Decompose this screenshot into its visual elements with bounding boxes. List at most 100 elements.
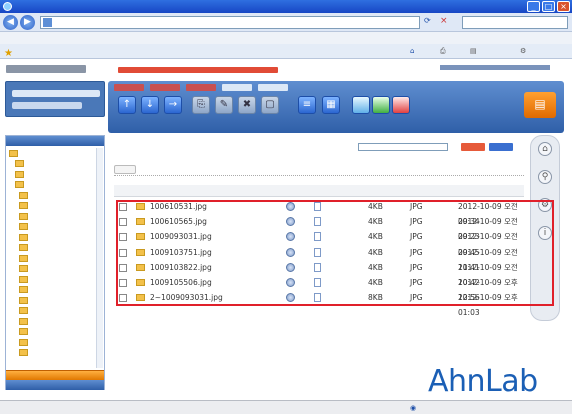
list-header [114, 185, 524, 197]
view-thumb-label [318, 117, 344, 123]
sidebar-folder-item[interactable] [9, 148, 99, 159]
sidebar-folder-item[interactable] [9, 337, 99, 348]
toolbar-tab[interactable] [221, 84, 252, 91]
move-button[interactable]: → [164, 96, 182, 114]
red-action-button[interactable] [461, 143, 485, 151]
selection-highlight [116, 200, 554, 306]
stop-icon[interactable]: × [440, 16, 448, 26]
toolbar-tab[interactable] [257, 84, 288, 91]
forward-button[interactable]: ▶ [20, 15, 35, 30]
sidebar-folder-item[interactable] [9, 211, 99, 222]
delete-button[interactable]: ✖ [238, 96, 256, 114]
main-toolbar: ↑ ↓ → ⎘ ✎ ✖ ▢ ≡ ▦ ▤ [108, 81, 564, 133]
folder-icon [19, 191, 28, 199]
sidebar-folder-item[interactable] [9, 180, 99, 191]
quick-search-icon[interactable]: ⚲ [538, 170, 552, 184]
sync-button[interactable] [372, 96, 390, 114]
minimize-button[interactable]: _ [527, 1, 540, 12]
sidebar-folder-item[interactable] [9, 348, 99, 359]
quota-bar [358, 143, 448, 151]
sidebar-folder-item[interactable] [9, 264, 99, 275]
toolbar-tab[interactable] [149, 84, 180, 91]
header-links[interactable] [440, 65, 550, 70]
folder-icon [19, 244, 28, 251]
quick-home-icon[interactable]: ⌂ [538, 142, 552, 156]
banner-text [118, 67, 278, 73]
maximize-button[interactable]: □ [542, 1, 555, 12]
folder-icon [19, 254, 28, 262]
zone-icon: ◉ [410, 404, 417, 412]
toolbar-tab[interactable] [185, 84, 216, 91]
blue-action-button[interactable] [489, 143, 513, 151]
folder-icon [9, 149, 18, 157]
view-subbar [114, 163, 524, 176]
move-label [162, 117, 188, 123]
page-menu-button[interactable]: ▤ [470, 44, 477, 59]
address-input[interactable] [40, 16, 420, 29]
folder-sidebar [5, 135, 105, 390]
sidebar-folder-item[interactable] [9, 306, 99, 317]
folder-icon [19, 202, 28, 209]
back-button[interactable]: ◀ [3, 15, 18, 30]
ahnlab-logo: AhnLab [428, 364, 538, 399]
tools-menu-button[interactable]: ⚙ [520, 44, 526, 59]
folder-icon [19, 212, 28, 220]
sidebar-bottom-button-2[interactable] [6, 380, 104, 390]
folder-icon [15, 160, 24, 167]
close-button[interactable]: × [557, 1, 570, 12]
sidebar-folder-item[interactable] [9, 243, 99, 254]
sidebar-folder-item[interactable] [9, 295, 99, 306]
share-button[interactable] [352, 96, 370, 114]
sidebar-folder-item[interactable] [9, 253, 99, 264]
user-quota-bar [12, 102, 82, 109]
address-toolbar: ◀ ▶ ⟳ × [0, 13, 572, 32]
user-name-bar [12, 90, 100, 97]
sidebar-folder-item[interactable] [9, 169, 99, 180]
ie-logo-icon [3, 2, 12, 11]
sidebar-folder-item[interactable] [9, 190, 99, 201]
sidebar-folder-item[interactable] [9, 274, 99, 285]
print-icon[interactable]: ⎙ [440, 44, 446, 59]
folder-icon [19, 296, 28, 304]
newfolder-button[interactable]: ▢ [261, 96, 279, 114]
rename-button[interactable]: ✎ [215, 96, 233, 114]
sidebar-folder-item[interactable] [9, 159, 99, 170]
app-area: ↑ ↓ → ⎘ ✎ ✖ ▢ ≡ ▦ ▤ 100610531.jpg 4KB JP… [0, 59, 572, 400]
view-option-pill[interactable] [114, 164, 136, 174]
sidebar-folder-item[interactable] [9, 201, 99, 212]
upload-button[interactable]: ↑ [118, 96, 136, 114]
download-button[interactable]: ↓ [141, 96, 159, 114]
home-icon[interactable]: ⌂ [410, 44, 414, 59]
sidebar-folder-item[interactable] [9, 316, 99, 327]
app-header [0, 59, 572, 81]
view-thumb-button[interactable]: ▦ [322, 96, 340, 114]
view-list-label [294, 117, 320, 123]
sidebar-bottom-button[interactable] [6, 370, 104, 380]
search-input[interactable] [462, 16, 568, 29]
upload-label [114, 117, 140, 123]
toolbar-tab[interactable] [114, 84, 144, 91]
folder-icon [19, 307, 28, 314]
folder-icon [19, 223, 28, 230]
folder-icon [15, 170, 24, 178]
folder-icon [19, 286, 28, 293]
download-label [138, 117, 164, 123]
trash-button[interactable] [392, 96, 410, 114]
refresh-icon[interactable]: ⟳ [424, 16, 431, 25]
sidebar-folder-item[interactable] [9, 232, 99, 243]
install-button[interactable]: ▤ [524, 92, 556, 118]
favorites-bar: ★ ⌂ ⎙ ▤ ⚙ [0, 44, 572, 59]
sidebar-folder-item[interactable] [9, 327, 99, 338]
sidebar-scrollbar[interactable] [96, 148, 103, 368]
folder-icon [19, 233, 28, 241]
folder-tree [9, 148, 99, 368]
user-info-box [5, 81, 105, 117]
folder-icon [19, 317, 28, 325]
view-list-button[interactable]: ≡ [298, 96, 316, 114]
folder-icon [19, 275, 28, 283]
window-titlebar: _ □ × [0, 0, 572, 13]
page-icon [43, 18, 52, 27]
copy-button[interactable]: ⎘ [192, 96, 210, 114]
sidebar-folder-item[interactable] [9, 222, 99, 233]
sidebar-folder-item[interactable] [9, 285, 99, 296]
